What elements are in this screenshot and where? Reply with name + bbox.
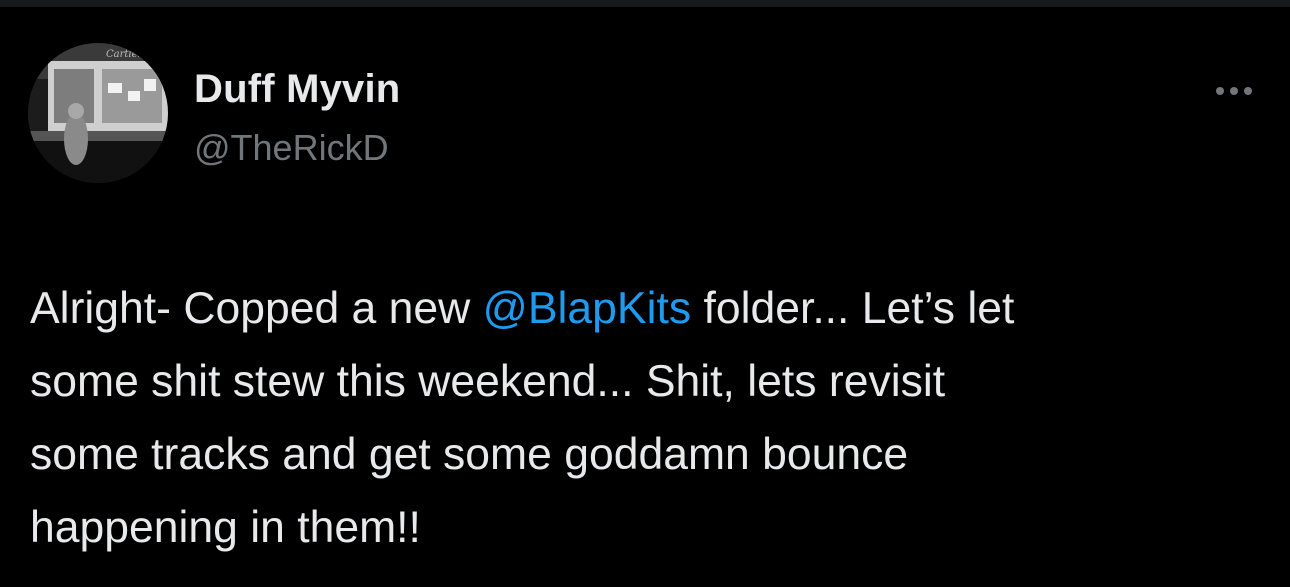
author-handle[interactable]: @TheRickD <box>194 127 389 169</box>
tweet-text-segment: folder... Let’s let <box>691 284 1015 333</box>
avatar-photo: Cartier <box>28 43 168 183</box>
tweet-line: some tracks and get some goddamn bounce <box>30 418 1260 491</box>
mention-link[interactable]: @BlapKits <box>483 284 691 333</box>
tweet-text-segment: Alright- Copped a new <box>30 284 483 333</box>
tweet-line: Alright- Copped a new @BlapKits folder..… <box>30 272 1260 345</box>
top-strip <box>0 0 1290 7</box>
avatar[interactable]: Cartier <box>28 43 168 183</box>
tweet-text-segment: some tracks and get some goddamn bounce <box>30 430 909 479</box>
tweet-text: Alright- Copped a new @BlapKits folder..… <box>30 272 1260 564</box>
author-name[interactable]: Duff Myvin <box>194 67 400 112</box>
svg-text:Cartier: Cartier <box>106 49 144 60</box>
tweet-text-segment: some shit stew this weekend... Shit, let… <box>30 357 946 406</box>
more-horizontal-icon[interactable] <box>1206 73 1262 109</box>
tweet-text-segment: happening in them!! <box>30 503 421 552</box>
tweet-line: some shit stew this weekend... Shit, let… <box>30 345 1260 418</box>
tweet-line: happening in them!! <box>30 491 1260 564</box>
tweet: Cartier Duff Myvin @TheRickD Alright- Co… <box>0 7 1290 587</box>
